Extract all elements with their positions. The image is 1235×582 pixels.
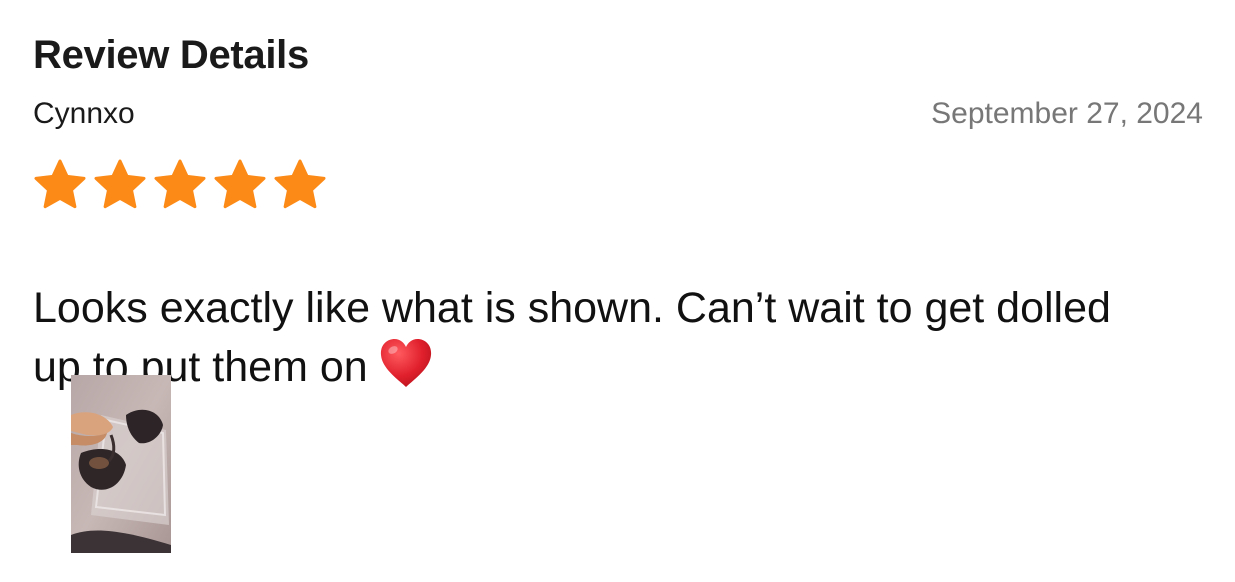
star-icon (153, 159, 207, 209)
star-icon (33, 159, 87, 209)
review-date: September 27, 2024 (931, 97, 1203, 130)
page-title: Review Details (33, 32, 309, 77)
heart-icon (378, 337, 434, 389)
reviewer-name: Cynnxo (33, 97, 135, 130)
star-icon (93, 159, 147, 209)
star-icon (213, 159, 267, 209)
star-rating (33, 159, 327, 209)
review-photo-thumbnail[interactable] (71, 375, 171, 553)
review-body: Looks exactly like what is shown. Can’t … (33, 284, 1111, 391)
star-icon (273, 159, 327, 209)
review-text: Looks exactly like what is shown. Can’t … (33, 279, 1153, 396)
review-header: Cynnxo September 27, 2024 (33, 96, 1203, 132)
